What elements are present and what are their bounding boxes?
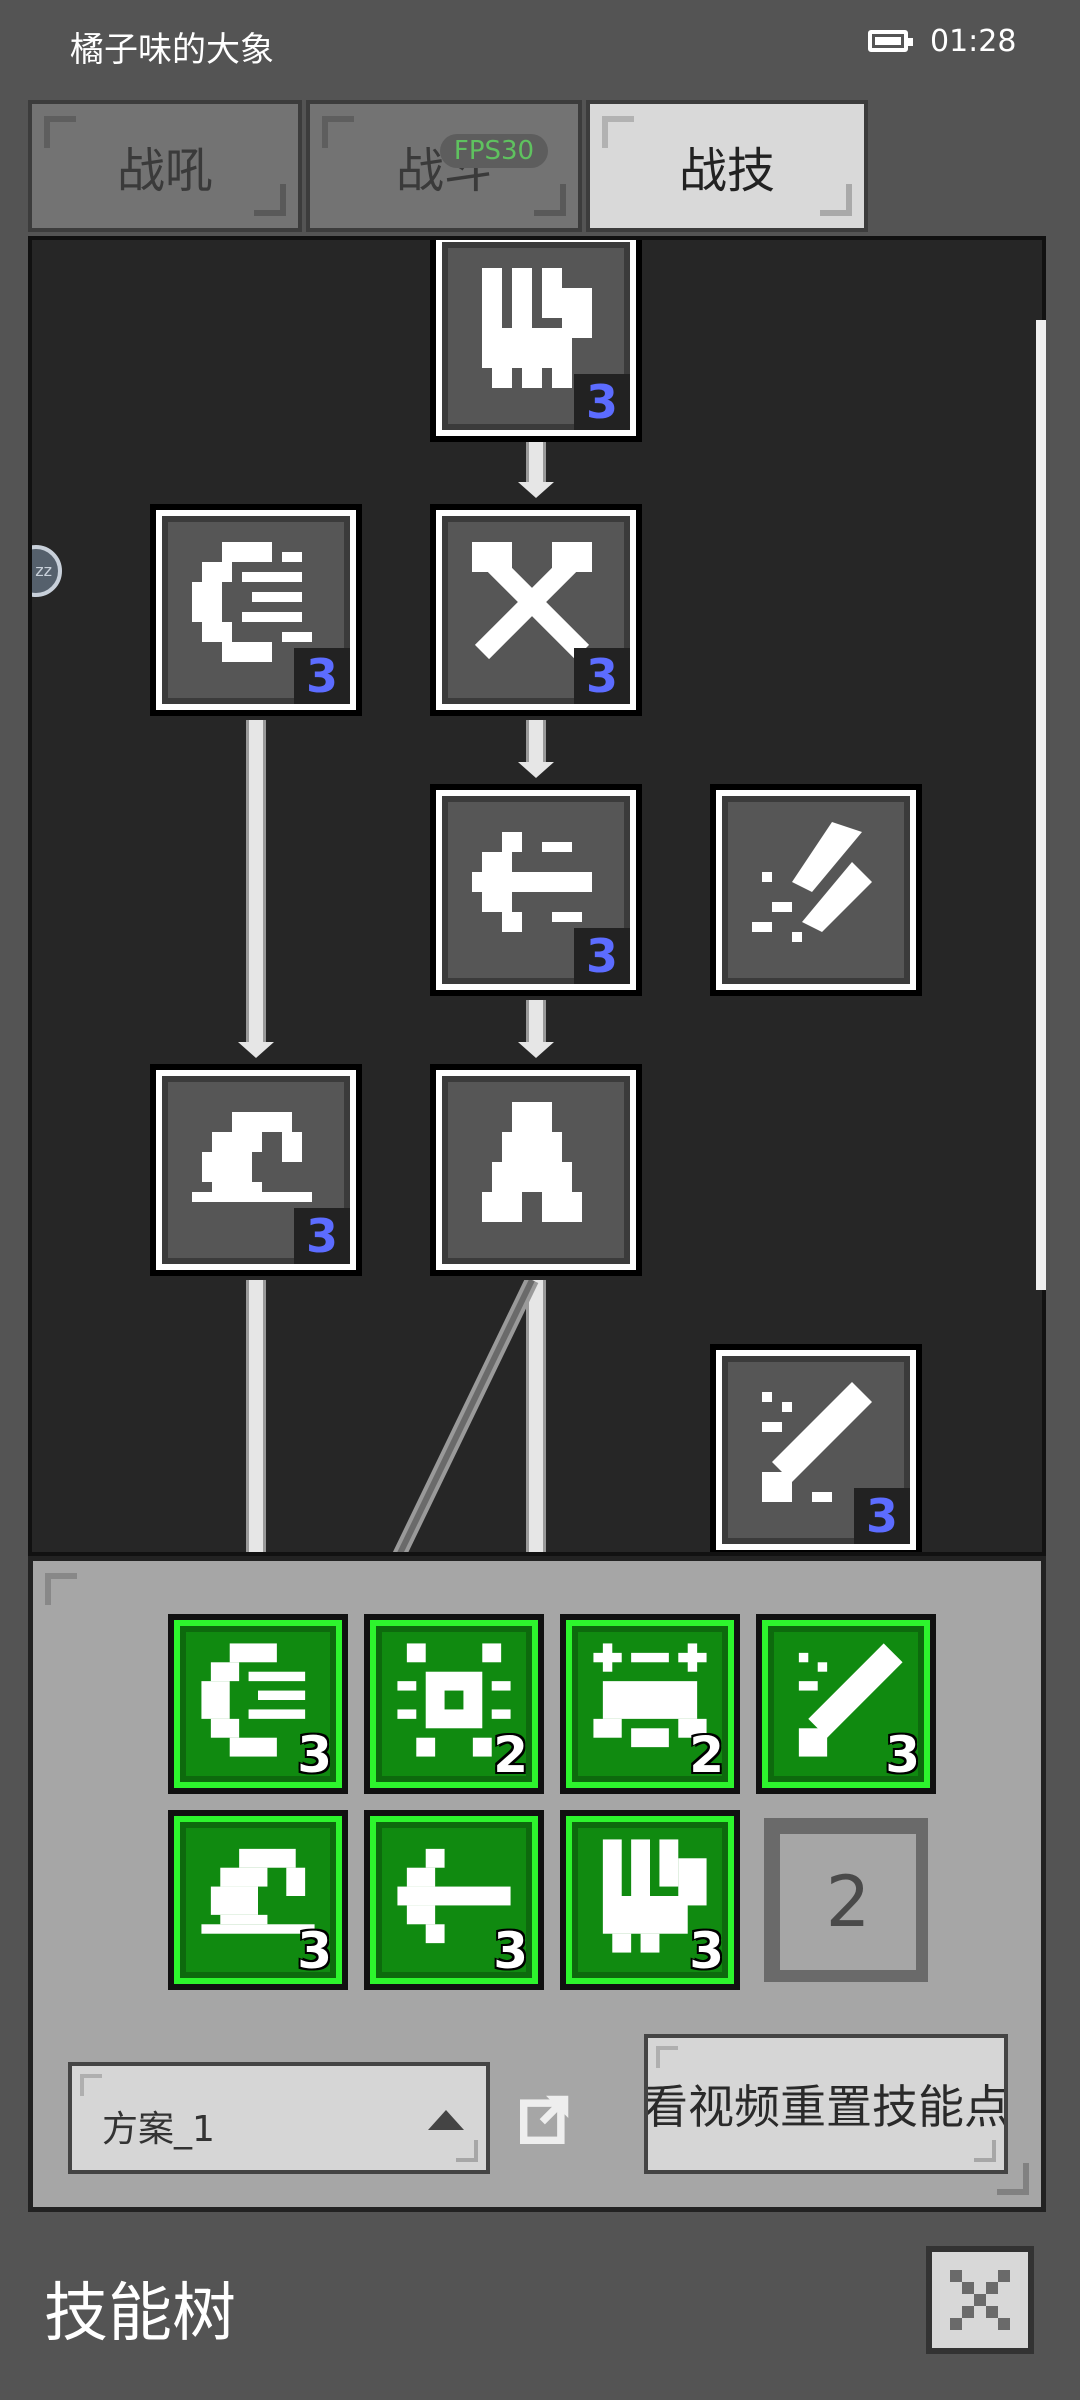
skill-node-hooded-warrior[interactable]	[430, 1064, 642, 1276]
equipped-skill-great-sword[interactable]: 3	[756, 1614, 936, 1794]
connector-arrow	[518, 762, 554, 778]
skill-tree[interactable]: 3 3 3 3 3 3 zz	[28, 236, 1046, 1556]
skill-count: 3	[297, 1726, 332, 1784]
skill-node-twin-blades[interactable]	[710, 784, 922, 996]
watch-video-reset-button[interactable]: 看视频重置技能点	[644, 2034, 1008, 2174]
connector-arrow	[518, 482, 554, 498]
tab-label: 战吼	[116, 143, 213, 199]
connector	[526, 720, 546, 766]
equipped-skill-whirl-slash[interactable]: 3	[168, 1810, 348, 1990]
page-title: 技能树	[44, 2277, 236, 2351]
skill-count: 3	[689, 1922, 724, 1980]
level-badge: 3	[854, 1488, 910, 1544]
equipped-skill-fist[interactable]: 3	[560, 1810, 740, 1990]
connector	[246, 1280, 266, 1552]
skill-count: 3	[885, 1726, 920, 1784]
skill-node-wind-gust[interactable]: 3	[150, 504, 362, 716]
connector	[246, 720, 266, 1046]
connector	[526, 1000, 546, 1046]
skill-node-fist[interactable]: 3	[430, 240, 642, 442]
level-badge: 3	[574, 928, 630, 984]
tab-label: 战技	[678, 143, 775, 199]
level-badge: 3	[574, 374, 630, 430]
skill-count: 3	[297, 1922, 332, 1980]
reset-button-label: 看视频重置技能点	[644, 2080, 1008, 2134]
plan-dropdown[interactable]: 方案_1	[68, 2062, 490, 2174]
equipped-skill-crab[interactable]: 2	[560, 1614, 740, 1794]
tab-combat-skills[interactable]: 战技	[586, 100, 868, 232]
equipped-skill-wind-gust[interactable]: 3	[168, 1614, 348, 1794]
connector-arrow	[238, 1042, 274, 1058]
equipped-skill-dash-arrow[interactable]: 3	[364, 1810, 544, 1990]
skill-node-crossed-swords[interactable]: 3	[430, 504, 642, 716]
skill-count: 2	[493, 1726, 528, 1784]
tab-combat[interactable]: 战斗	[306, 100, 582, 232]
skill-node-great-sword[interactable]: 3	[710, 1344, 922, 1552]
share-icon[interactable]	[520, 2092, 572, 2144]
diagonal-connector	[392, 1280, 539, 1552]
skill-points-value: 2	[825, 1861, 871, 1943]
floating-bubble[interactable]: zz	[32, 545, 62, 597]
level-badge: 3	[294, 1208, 350, 1264]
scrollbar[interactable]	[1036, 320, 1046, 1290]
fps-counter: FPS30	[440, 134, 548, 168]
app-title: 橘子味的大象	[70, 30, 274, 70]
connector-arrow	[518, 1042, 554, 1058]
caret-up-icon	[428, 2110, 464, 2130]
connector	[526, 440, 546, 486]
skill-points-slot: 2	[764, 1818, 928, 1982]
level-badge: 3	[294, 648, 350, 704]
clock: 01:28	[930, 24, 1017, 59]
status-bar: 橘子味的大象 01:28	[0, 0, 1080, 90]
tab-battle-cry[interactable]: 战吼	[28, 100, 302, 232]
close-button[interactable]	[926, 2246, 1034, 2354]
skill-count: 3	[493, 1922, 528, 1980]
skill-node-whirl-slash[interactable]: 3	[150, 1064, 362, 1276]
equipped-skill-beetle[interactable]: 2	[364, 1614, 544, 1794]
level-badge: 3	[574, 648, 630, 704]
skill-count: 2	[689, 1726, 724, 1784]
twin-blades-icon	[752, 822, 872, 942]
hooded-warrior-icon	[482, 1102, 582, 1222]
battery-icon	[868, 30, 913, 52]
close-icon	[950, 2270, 1010, 2330]
plan-label: 方案_1	[102, 2109, 215, 2150]
skill-node-dash-arrow[interactable]: 3	[430, 784, 642, 996]
